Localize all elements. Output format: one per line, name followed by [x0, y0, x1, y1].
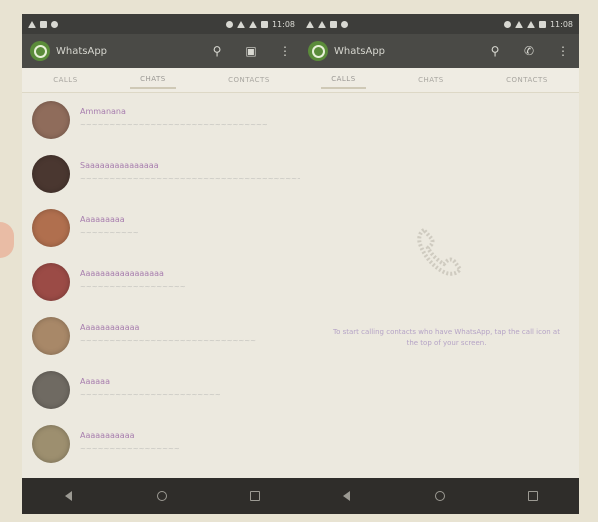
tab-bar: CALLS CHATS CONTACTS [22, 68, 301, 93]
tab-chats[interactable]: CHATS [408, 72, 454, 88]
chat-name: Saaaaaaaaaaaaaaa [80, 161, 159, 170]
tab-calls[interactable]: CALLS [43, 72, 87, 88]
phone-handset-icon [417, 227, 463, 276]
chat-last-message: ~~~~~~~~~~~~~~~~~ [80, 445, 180, 453]
tab-calls[interactable]: CALLS [321, 71, 366, 89]
phone-calls-screen: 11:08 WhatsApp ⚲ ✆ ⋮ CALLS CHATS CONTACT… [300, 14, 579, 514]
overflow-menu-icon[interactable]: ⋮ [277, 43, 293, 59]
avatar [32, 101, 70, 139]
whatsapp-logo-icon [30, 41, 50, 61]
avatar [32, 263, 70, 301]
chat-last-message: ~~~~~~~~~~~~~~~~~~~~~~~~~~~~~~~~ [80, 121, 268, 129]
nav-recent-apps-icon[interactable] [245, 486, 265, 506]
whatsapp-logo-icon [308, 41, 328, 61]
app-title: WhatsApp [334, 45, 386, 57]
nav-back-icon[interactable] [337, 486, 357, 506]
avatar [32, 155, 70, 193]
status-bar: 11:08 [22, 14, 301, 34]
overflow-menu-icon[interactable]: ⋮ [555, 43, 571, 59]
notification-icon [306, 20, 314, 28]
system-nav-bar [22, 478, 301, 514]
phone-chats-screen: 11:08 WhatsApp ⚲ ▣ ⋮ CALLS CHATS CONTACT… [22, 14, 301, 514]
battery-icon [260, 20, 268, 28]
chat-list-item[interactable]: Ammanana ~~~~~~~~~~~~~~~~~~~~~~~~~~~~~~~… [22, 94, 301, 146]
wifi-icon [236, 20, 245, 28]
tab-contacts[interactable]: CONTACTS [218, 72, 280, 88]
settings-icon [51, 20, 58, 28]
gallery-icon [330, 20, 337, 28]
avatar [32, 209, 70, 247]
system-nav-bar [300, 478, 579, 514]
nav-back-icon[interactable] [59, 486, 79, 506]
chat-name: Aaaaaa [80, 377, 110, 386]
chat-list: Ammanana ~~~~~~~~~~~~~~~~~~~~~~~~~~~~~~~… [22, 92, 301, 476]
chat-list-item[interactable]: Saaaaaaaaaaaaaaa ~~~~~~~~~~~~~~~~~~~~~~~… [22, 148, 301, 200]
app-bar: WhatsApp ⚲ ▣ ⋮ [22, 34, 301, 68]
search-icon[interactable]: ⚲ [209, 43, 225, 59]
avatar [32, 371, 70, 409]
notification-icon [318, 20, 326, 28]
status-time: 11:08 [549, 19, 573, 29]
chat-last-message: ~~~~~~~~~~~~~~~~~~~~~~~~~~~~~~ [80, 337, 256, 345]
chat-list-item[interactable]: Aaaaaaaaa ~~~~~~~~~~ [22, 202, 301, 254]
avatar [32, 425, 70, 463]
tab-contacts[interactable]: CONTACTS [496, 72, 558, 88]
alarm-icon [225, 20, 233, 28]
chat-name: Aaaaaaaaaaaaaaaaa [80, 269, 164, 278]
chat-last-message: ~~~~~~~~~~~~~~~~~~~~~~~~ [80, 391, 221, 399]
signal-icon [248, 20, 257, 28]
screenshot-page: 11:08 WhatsApp ⚲ ▣ ⋮ CALLS CHATS CONTACT… [0, 0, 598, 522]
chat-list-item[interactable]: Aaaaaaaaaaa ~~~~~~~~~~~~~~~~~ [22, 418, 301, 470]
chat-name: Aaaaaaaaa [80, 215, 125, 224]
tab-bar: CALLS CHATS CONTACTS [300, 68, 579, 93]
chat-last-message: ~~~~~~~~~~ [80, 229, 139, 237]
chat-name: Ammanana [80, 107, 126, 116]
new-chat-icon[interactable]: ▣ [243, 43, 259, 59]
settings-icon [341, 20, 348, 28]
nav-home-icon[interactable] [152, 486, 172, 506]
battery-icon [538, 20, 546, 28]
app-bar: WhatsApp ⚲ ✆ ⋮ [300, 34, 579, 68]
chat-name: Aaaaaaaaaaaa [80, 323, 140, 332]
chat-list-item[interactable]: Aaaaaaaaaaaa ~~~~~~~~~~~~~~~~~~~~~~~~~~~… [22, 310, 301, 362]
chat-list-item[interactable]: Aaaaaaaaaaaaaaaaa ~~~~~~~~~~~~~~~~~~ [22, 256, 301, 308]
avatar [32, 317, 70, 355]
app-title: WhatsApp [56, 45, 108, 57]
gallery-icon [40, 20, 47, 28]
notification-icon [28, 20, 36, 28]
tab-chats[interactable]: CHATS [130, 71, 176, 89]
decorative-finger-shape [0, 222, 14, 258]
search-icon[interactable]: ⚲ [487, 43, 503, 59]
chat-last-message: ~~~~~~~~~~~~~~~~~~ [80, 283, 186, 291]
chat-list-item[interactable]: Aaaaaa ~~~~~~~~~~~~~~~~~~~~~~~~ [22, 364, 301, 416]
wifi-icon [514, 20, 523, 28]
add-call-icon[interactable]: ✆ [521, 43, 537, 59]
alarm-icon [503, 20, 511, 28]
calls-empty-state: To start calling contacts who have Whats… [300, 92, 579, 476]
empty-state-message: To start calling contacts who have Whats… [333, 328, 560, 347]
nav-recent-apps-icon[interactable] [523, 486, 543, 506]
nav-home-icon[interactable] [430, 486, 450, 506]
signal-icon [526, 20, 535, 28]
chat-name: Aaaaaaaaaaa [80, 431, 135, 440]
status-bar: 11:08 [300, 14, 579, 34]
status-time: 11:08 [271, 19, 295, 29]
chat-last-message: ~~~~~~~~~~~~~~~~~~~~~~~~~~~~~~~~~~~~~~~~… [80, 175, 301, 183]
